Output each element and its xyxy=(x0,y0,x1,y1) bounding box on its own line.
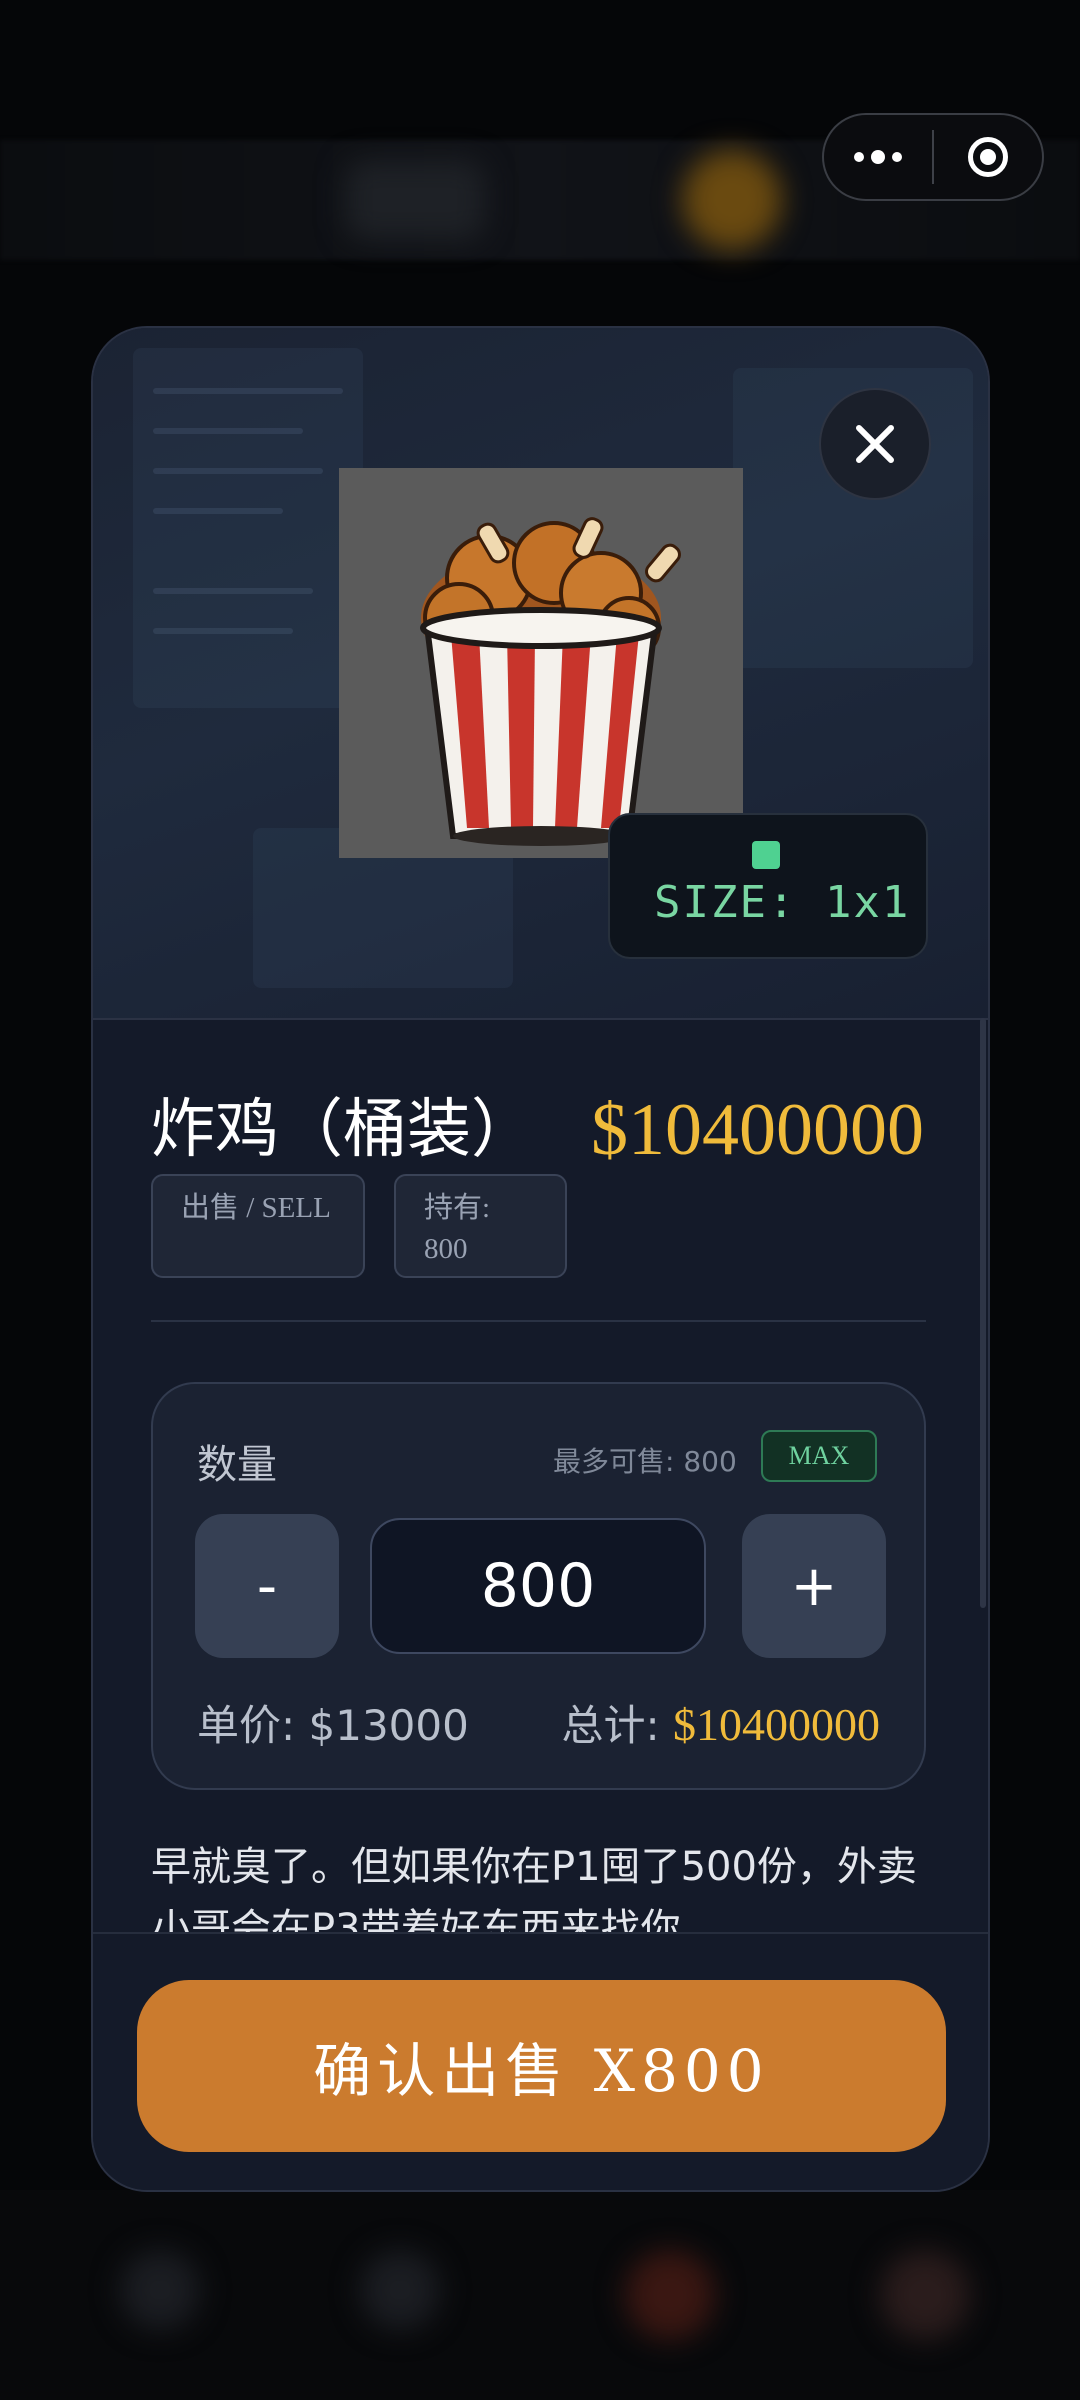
scrollbar[interactable] xyxy=(980,1018,986,1608)
item-price: $10400000 xyxy=(591,1089,924,1171)
target-icon[interactable] xyxy=(934,137,1042,177)
hero-backdrop-line xyxy=(153,588,313,594)
background-button xyxy=(345,160,485,240)
decrease-button[interactable]: - xyxy=(195,1514,339,1658)
background-tab-icon xyxy=(880,2250,970,2340)
total-price: 总计: $10400000 xyxy=(561,1692,880,1753)
quantity-panel: 数量 最多可售: 800 MAX - + 单价: $13000 总计: $104… xyxy=(151,1382,926,1790)
quantity-label: 数量 xyxy=(197,1442,277,1488)
item-description: 早就臭了。但如果你在P1囤了500份，外卖小哥会在P3带着好东西来找你。 xyxy=(151,1844,917,1936)
hero-backdrop-line xyxy=(153,468,323,474)
modal-footer: 确认出售 X800 xyxy=(93,1932,988,2190)
size-indicator-dot xyxy=(752,841,780,869)
item-hero: SIZE: 1x1 xyxy=(93,328,988,1020)
more-dots-icon[interactable] xyxy=(824,115,932,199)
unit-price: 单价: $13000 xyxy=(197,1701,469,1750)
total-label: 总计: xyxy=(561,1701,673,1750)
holding-tag: 持有: 800 xyxy=(394,1174,567,1278)
background-tab-icon xyxy=(625,2250,715,2340)
item-image xyxy=(339,468,743,858)
item-title: 炸鸡（桶装） xyxy=(151,1093,535,1167)
hero-backdrop-line xyxy=(153,388,343,394)
miniprogram-capsule xyxy=(822,113,1044,201)
close-icon xyxy=(856,425,894,463)
sell-modal: SIZE: 1x1 炸鸡（桶装） $10400000 出售 / SELL 持有:… xyxy=(91,326,990,2192)
quantity-input[interactable] xyxy=(370,1518,706,1654)
hero-backdrop-line xyxy=(153,628,293,634)
background-bottom-bar xyxy=(0,2190,1080,2400)
sell-tag: 出售 / SELL xyxy=(151,1174,365,1278)
confirm-sell-button[interactable]: 确认出售 X800 xyxy=(137,1980,946,2152)
size-badge: SIZE: 1x1 xyxy=(608,813,928,959)
fried-chicken-bucket-icon xyxy=(420,517,681,846)
increase-button[interactable]: + xyxy=(742,1514,886,1658)
hero-backdrop-line xyxy=(153,428,303,434)
total-value: $10400000 xyxy=(673,1699,880,1750)
background-tab-icon xyxy=(120,2250,200,2330)
description-scroll-area[interactable]: 早就臭了。但如果你在P1囤了500份，外卖小哥会在P3带着好东西来找你。 xyxy=(151,1836,941,1936)
hero-backdrop-panel xyxy=(133,348,363,708)
close-button[interactable] xyxy=(819,388,931,500)
max-sellable-text: 最多可售: 800 xyxy=(553,1445,737,1478)
background-tab-icon xyxy=(360,2250,440,2330)
hero-backdrop-line xyxy=(153,508,283,514)
background-avatar xyxy=(682,150,782,250)
divider xyxy=(151,1320,926,1322)
size-label: SIZE: 1x1 xyxy=(654,877,911,928)
max-button[interactable]: MAX xyxy=(761,1430,877,1482)
